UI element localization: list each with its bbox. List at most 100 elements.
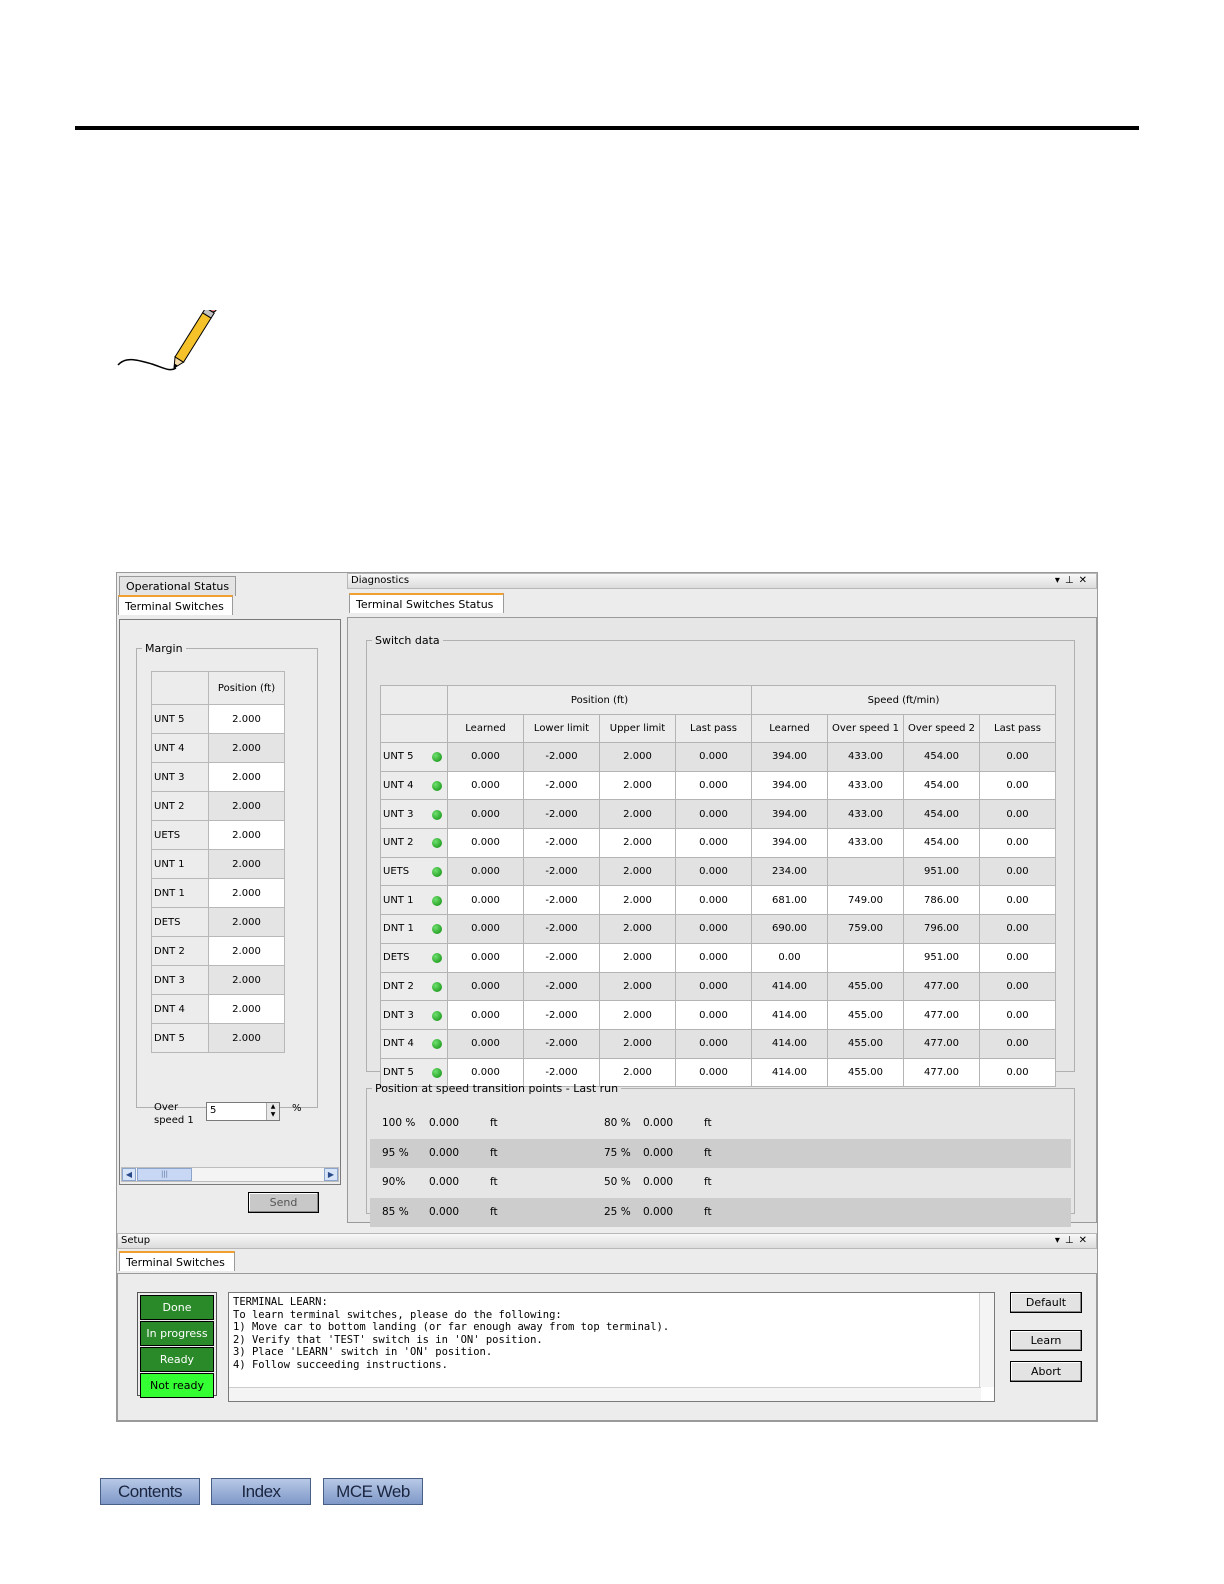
margin-column-header: Position (ft): [208, 671, 285, 705]
table-cell: 951.00: [903, 942, 980, 973]
learn-button[interactable]: Learn: [1010, 1330, 1082, 1351]
transition-v1: 0.000: [429, 1176, 460, 1188]
margin-row-name: UETS: [151, 820, 209, 850]
margin-position-input[interactable]: 2.000: [208, 994, 285, 1024]
switch-name-cell: UNT 5: [380, 742, 448, 772]
status-led-icon: [432, 838, 442, 849]
table-cell: 0.000: [675, 856, 752, 887]
diagnostics-titlebar: Diagnostics ▾⊥✕: [347, 573, 1097, 589]
tab-terminal-switches[interactable]: Terminal Switches: [118, 595, 233, 615]
tab-operational-status[interactable]: Operational Status: [119, 576, 237, 596]
table-cell: -2.000: [523, 770, 600, 801]
table-cell: 0.00: [979, 971, 1056, 1002]
table-cell: 0.000: [675, 799, 752, 830]
log-line: 4) Follow succeeding instructions.: [233, 1358, 448, 1371]
table-cell: 0.00: [979, 1028, 1056, 1059]
status-led-icon: [432, 981, 442, 992]
log-horizontal-scrollbar[interactable]: [229, 1387, 981, 1401]
scroll-left-icon[interactable]: ◀: [122, 1168, 136, 1181]
margin-position-input[interactable]: 2.000: [208, 965, 285, 995]
switch-name: DETS: [383, 952, 410, 964]
switch-name: UNT 4: [383, 780, 414, 792]
margin-position-input[interactable]: 2.000: [208, 907, 285, 937]
transition-u2: ft: [704, 1117, 712, 1129]
table-cell: 414.00: [751, 1000, 828, 1030]
switch-name: UNT 5: [383, 751, 414, 763]
table-cell: 951.00: [903, 856, 980, 887]
switch-name: UETS: [383, 866, 410, 878]
switch-name-cell: DNT 4: [380, 1028, 448, 1059]
table-cell: 414.00: [751, 1028, 828, 1059]
panel-controls[interactable]: ▾⊥✕: [1055, 1234, 1092, 1248]
margin-position-input[interactable]: 2.000: [208, 704, 285, 734]
margin-position-input[interactable]: 2.000: [208, 1023, 285, 1053]
table-cell: 2.000: [599, 885, 676, 916]
margin-position-input[interactable]: 2.000: [208, 791, 285, 821]
status-done: Done: [140, 1295, 214, 1320]
transition-u2: ft: [704, 1146, 712, 1159]
status-led-icon: [432, 1067, 442, 1078]
column-header: Learned: [447, 714, 524, 743]
table-cell: -2.000: [523, 914, 600, 944]
abort-button[interactable]: Abort: [1010, 1361, 1082, 1382]
margin-position-input[interactable]: 2.000: [208, 820, 285, 850]
margin-position-input[interactable]: 2.000: [208, 936, 285, 966]
log-line: 3) Place 'LEARN' switch in 'ON' position…: [233, 1346, 493, 1358]
table-cell: 681.00: [751, 885, 828, 916]
transition-p1: 85 %: [382, 1205, 409, 1218]
margin-row: DNT 3 2.000: [151, 965, 285, 995]
table-cell: 0.000: [675, 885, 752, 916]
dropdown-icon[interactable]: ▾: [1055, 1235, 1065, 1246]
table-cell: 0.00: [979, 770, 1056, 801]
table-row: UNT 2 0.000 -2.000 2.000 0.000 394.00 433.00 45…: [380, 828, 1056, 858]
horizontal-scrollbar[interactable]: ◀ ||| ▶: [121, 1167, 339, 1182]
contents-button[interactable]: Contents: [100, 1478, 200, 1505]
over-speed-stepper[interactable]: 5 ▲ ▼: [206, 1102, 280, 1121]
table-cell: -2.000: [523, 828, 600, 858]
stepper-arrows[interactable]: ▲ ▼: [266, 1103, 279, 1120]
setup-title: Setup: [121, 1235, 151, 1246]
tab-terminal-switches-status[interactable]: Terminal Switches Status: [349, 593, 504, 613]
status-led-icon: [432, 867, 442, 878]
close-icon[interactable]: ✕: [1079, 1235, 1092, 1246]
table-cell: 0.000: [447, 971, 524, 1002]
index-button[interactable]: Index: [211, 1478, 311, 1505]
position-group-header: Position (ft): [447, 685, 752, 715]
switch-name: DNT 3: [383, 1009, 414, 1021]
panel-controls[interactable]: ▾⊥✕: [1055, 574, 1092, 588]
pin-icon[interactable]: ⊥: [1065, 1235, 1079, 1246]
margin-position-input[interactable]: 2.000: [208, 733, 285, 763]
margin-row: UETS 2.000: [151, 820, 285, 850]
default-button[interactable]: Default: [1010, 1292, 1082, 1313]
table-cell: -2.000: [523, 942, 600, 973]
margin-row-name: UNT 5: [151, 704, 209, 734]
status-led-icon: [432, 809, 442, 820]
log-vertical-scrollbar[interactable]: [979, 1293, 994, 1387]
instructions-log[interactable]: TERMINAL LEARN: To learn terminal switche…: [228, 1292, 995, 1402]
table-cell: 414.00: [751, 971, 828, 1002]
over-speed-value[interactable]: 5: [210, 1105, 216, 1116]
margin-position-input[interactable]: 2.000: [208, 762, 285, 792]
column-header: Over speed 1: [827, 714, 904, 743]
table-cell: 0.00: [979, 885, 1056, 916]
mce-web-button[interactable]: MCE Web: [323, 1478, 423, 1505]
table-row: DNT 4 0.000 -2.000 2.000 0.000 414.00 455.00 47…: [380, 1028, 1056, 1059]
close-icon[interactable]: ✕: [1079, 575, 1092, 586]
tab-setup-terminal-switches[interactable]: Terminal Switches: [119, 1251, 235, 1271]
table-cell: 0.00: [751, 942, 828, 973]
percent-sign: %: [292, 1103, 302, 1114]
column-header: Over speed 2: [903, 714, 980, 743]
transition-u1: ft: [490, 1146, 498, 1159]
diagnostics-panel: Diagnostics ▾⊥✕ Terminal Switches Status…: [347, 573, 1097, 1227]
table-cell: 0.000: [675, 828, 752, 858]
table-cell: 2.000: [599, 799, 676, 830]
pin-icon[interactable]: ⊥: [1065, 575, 1079, 586]
margin-position-input[interactable]: 2.000: [208, 878, 285, 908]
margin-position-input[interactable]: 2.000: [208, 849, 285, 879]
switch-name-cell: UETS: [380, 856, 448, 887]
scroll-thumb[interactable]: |||: [137, 1168, 192, 1181]
send-button[interactable]: Send: [248, 1192, 319, 1213]
dropdown-icon[interactable]: ▾: [1055, 575, 1065, 586]
scroll-right-icon[interactable]: ▶: [324, 1168, 338, 1181]
switch-name: UNT 3: [383, 808, 414, 820]
